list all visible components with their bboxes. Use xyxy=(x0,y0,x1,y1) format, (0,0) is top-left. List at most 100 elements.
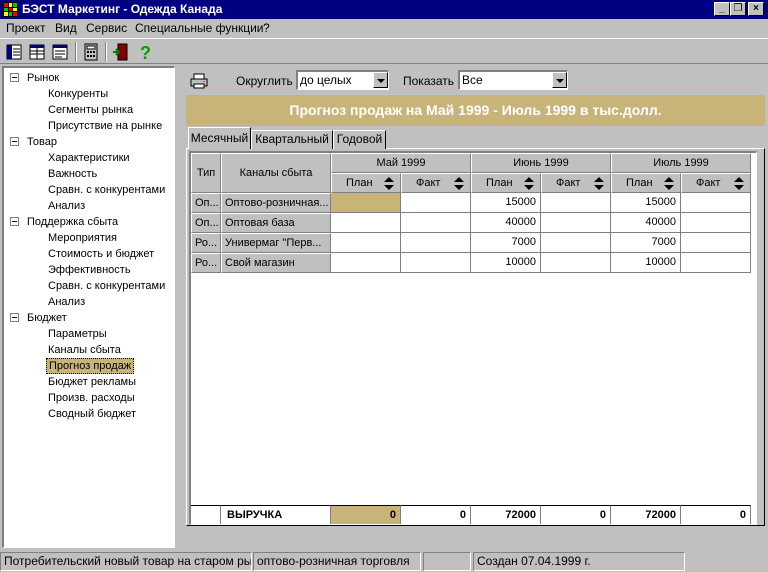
collapse-icon[interactable] xyxy=(10,73,19,82)
row-channel[interactable]: Оптово-розничная... xyxy=(221,193,331,213)
fact-cell[interactable] xyxy=(681,233,751,253)
tree-item-sales-channels[interactable]: Каналы сбыта xyxy=(46,342,123,358)
column-header-plan[interactable]: План xyxy=(331,173,401,193)
sort-icon[interactable] xyxy=(524,177,534,191)
tree-item-events[interactable]: Мероприятия xyxy=(46,230,119,246)
row-channel[interactable]: Оптовая база xyxy=(221,213,331,233)
sort-icon[interactable] xyxy=(384,177,394,191)
printer-icon[interactable] xyxy=(190,73,208,89)
plan-cell[interactable] xyxy=(331,233,401,253)
column-header-fact[interactable]: Факт xyxy=(541,173,611,193)
menu-special-functions[interactable]: Специальные функции xyxy=(135,21,264,35)
row-type[interactable]: Ро... xyxy=(191,233,221,253)
minimize-button[interactable]: _ xyxy=(714,2,730,16)
tree-item-characteristics[interactable]: Характеристики xyxy=(46,150,132,166)
tree-item-compare-competitors[interactable]: Сравн. с конкурентами xyxy=(46,278,167,294)
menu-help[interactable]: ? xyxy=(263,21,270,35)
chevron-down-icon[interactable] xyxy=(552,72,567,88)
tree-item-analysis[interactable]: Анализ xyxy=(46,294,87,310)
row-type[interactable]: Оп... xyxy=(191,193,221,213)
fact-cell[interactable] xyxy=(541,253,611,273)
total-cell: 72000 xyxy=(611,505,681,524)
help-icon[interactable]: ? xyxy=(136,42,156,62)
plan-cell[interactable]: 7000 xyxy=(611,233,681,253)
column-header-plan-label: План xyxy=(346,177,373,189)
close-button[interactable]: × xyxy=(748,2,764,16)
plan-cell[interactable]: 40000 xyxy=(471,213,541,233)
tab-quarterly[interactable]: Квартальный xyxy=(251,130,333,149)
tree-item-competitors[interactable]: Конкуренты xyxy=(46,86,110,102)
tree-item-importance[interactable]: Важность xyxy=(46,166,99,182)
sort-icon[interactable] xyxy=(734,177,744,191)
column-header-fact[interactable]: Факт xyxy=(401,173,471,193)
tree-item-market-segments[interactable]: Сегменты рынка xyxy=(46,102,135,118)
column-header-fact-label: Факт xyxy=(556,177,581,189)
plan-cell[interactable] xyxy=(331,213,401,233)
row-type[interactable]: Оп... xyxy=(191,213,221,233)
fact-cell[interactable] xyxy=(541,233,611,253)
fact-cell[interactable] xyxy=(401,253,471,273)
show-select[interactable]: Все xyxy=(458,70,568,90)
column-header-fact[interactable]: Факт xyxy=(681,173,751,193)
chevron-down-icon[interactable] xyxy=(373,72,388,88)
row-type[interactable]: Ро... xyxy=(191,253,221,273)
tree-item-analysis[interactable]: Анализ xyxy=(46,198,87,214)
column-header-type[interactable]: Тип xyxy=(191,153,221,193)
collapse-icon[interactable] xyxy=(10,313,19,322)
calculator-icon[interactable] xyxy=(81,42,101,62)
row-channel[interactable]: Свой магазин xyxy=(221,253,331,273)
tree-item-compare-competitors[interactable]: Сравн. с конкурентами xyxy=(46,182,167,198)
exit-icon[interactable] xyxy=(111,42,131,62)
tree-item-ad-budget[interactable]: Бюджет рекламы xyxy=(46,374,138,390)
restore-button[interactable]: ❐ xyxy=(730,2,746,16)
fact-cell[interactable] xyxy=(541,213,611,233)
column-header-plan[interactable]: План xyxy=(611,173,681,193)
column-header-channel[interactable]: Каналы сбыта xyxy=(221,153,331,193)
menu-project[interactable]: Проект xyxy=(6,21,46,35)
status-created-date: Создан 07.04.1999 г. xyxy=(473,552,685,571)
plan-cell[interactable]: 40000 xyxy=(611,213,681,233)
fact-cell[interactable] xyxy=(401,193,471,213)
tree-item-cost-budget[interactable]: Стоимость и бюджет xyxy=(46,246,156,262)
view-list-icon[interactable] xyxy=(4,42,24,62)
plan-cell[interactable]: 10000 xyxy=(471,253,541,273)
navigation-tree: Рынок Конкуренты Сегменты рынка Присутст… xyxy=(2,66,175,548)
fact-cell[interactable] xyxy=(681,193,751,213)
sort-icon[interactable] xyxy=(664,177,674,191)
menu-service[interactable]: Сервис xyxy=(86,21,127,35)
plan-cell[interactable] xyxy=(331,193,401,213)
view-table-icon[interactable] xyxy=(27,42,47,62)
plan-cell[interactable]: 15000 xyxy=(611,193,681,213)
plan-cell[interactable]: 15000 xyxy=(471,193,541,213)
tree-group-label: Товар xyxy=(27,136,57,148)
tree-item-summary-budget[interactable]: Сводный бюджет xyxy=(46,406,138,422)
tree-item-market-presence[interactable]: Присутствие на рынке xyxy=(46,118,164,134)
tree-item-efficiency[interactable]: Эффективность xyxy=(46,262,133,278)
sort-icon[interactable] xyxy=(454,177,464,191)
tree-item-parameters[interactable]: Параметры xyxy=(46,326,109,342)
menu-view[interactable]: Вид xyxy=(55,21,77,35)
column-header-plan-label: План xyxy=(486,177,513,189)
forecast-panel: Округлить до целых Показать Все Прогноз … xyxy=(183,66,766,548)
tree-item-production-costs[interactable]: Произв. расходы xyxy=(46,390,137,406)
plan-cell[interactable]: 7000 xyxy=(471,233,541,253)
tab-yearly[interactable]: Годовой xyxy=(333,130,386,149)
fact-cell[interactable] xyxy=(541,193,611,213)
sort-icon[interactable] xyxy=(594,177,604,191)
fact-cell[interactable] xyxy=(401,233,471,253)
round-select[interactable]: до целых xyxy=(296,70,389,90)
collapse-icon[interactable] xyxy=(10,137,19,146)
collapse-icon[interactable] xyxy=(10,217,19,226)
show-select-value: Все xyxy=(462,73,483,87)
view-details-icon[interactable] xyxy=(50,42,70,62)
fact-cell[interactable] xyxy=(681,213,751,233)
row-channel[interactable]: Универмаг "Перв... xyxy=(221,233,331,253)
plan-cell[interactable] xyxy=(331,253,401,273)
fact-cell[interactable] xyxy=(681,253,751,273)
column-header-plan[interactable]: План xyxy=(471,173,541,193)
tab-monthly[interactable]: Месячный xyxy=(188,127,251,149)
show-label: Показать xyxy=(403,74,455,88)
plan-cell[interactable]: 10000 xyxy=(611,253,681,273)
tree-item-sales-forecast[interactable]: Прогноз продаж xyxy=(46,358,135,374)
fact-cell[interactable] xyxy=(401,213,471,233)
